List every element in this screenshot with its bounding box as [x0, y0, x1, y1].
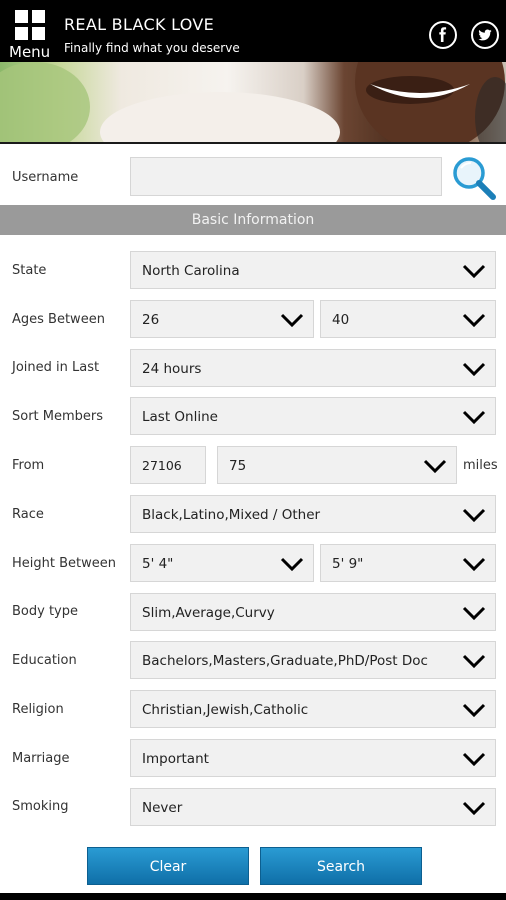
height-max-select[interactable]: 5' 9": [320, 544, 496, 582]
chevron-down-icon: [462, 264, 486, 278]
chevron-down-icon: [280, 313, 304, 327]
chevron-down-icon: [462, 508, 486, 522]
search-button[interactable]: [451, 155, 497, 201]
joined-label: Joined in Last: [12, 360, 100, 375]
zip-input[interactable]: 27106: [130, 446, 206, 484]
chevron-down-icon: [462, 606, 486, 620]
app-header: Menu REAL BLACK LOVE Finally find what y…: [0, 0, 506, 62]
bottom-bar: [0, 893, 506, 900]
state-label: State: [12, 263, 47, 278]
chevron-down-icon: [462, 362, 486, 376]
banner-divider: [0, 142, 506, 144]
body-type-label: Body type: [12, 604, 78, 619]
username-input[interactable]: [130, 157, 442, 196]
marriage-select[interactable]: Important: [130, 739, 496, 777]
chevron-down-icon: [423, 459, 447, 473]
distance-unit-label: miles: [463, 458, 498, 473]
section-basic-information: Basic Information: [0, 205, 506, 235]
sort-members-select[interactable]: Last Online: [130, 397, 496, 435]
age-min-select[interactable]: 26: [130, 300, 314, 338]
menu-button[interactable]: Menu: [9, 10, 51, 61]
search-icon: [453, 157, 496, 200]
from-label: From: [12, 458, 45, 473]
ages-between-label: Ages Between: [12, 312, 105, 327]
chevron-down-icon: [462, 703, 486, 717]
education-label: Education: [12, 653, 77, 668]
username-label: Username: [12, 170, 79, 185]
distance-select[interactable]: 75: [217, 446, 457, 484]
chevron-down-icon: [462, 410, 486, 424]
chevron-down-icon: [462, 752, 486, 766]
grid-menu-icon: [15, 10, 45, 40]
smoking-select[interactable]: Never: [130, 788, 496, 826]
facebook-button[interactable]: [429, 21, 457, 49]
chevron-down-icon: [462, 801, 486, 815]
marriage-label: Marriage: [12, 751, 70, 766]
app-title: REAL BLACK LOVE: [64, 15, 215, 34]
sort-members-label: Sort Members: [12, 409, 104, 424]
app-subtitle: Finally find what you deserve: [64, 41, 240, 55]
banner-photo: [0, 62, 506, 144]
age-max-select[interactable]: 40: [320, 300, 496, 338]
body-type-select[interactable]: Slim,Average,Curvy: [130, 593, 496, 631]
joined-select[interactable]: 24 hours: [130, 349, 496, 387]
state-select[interactable]: North Carolina: [130, 251, 496, 289]
clear-button[interactable]: Clear: [87, 847, 249, 885]
chevron-down-icon: [462, 313, 486, 327]
chevron-down-icon: [280, 557, 304, 571]
search-submit-button[interactable]: Search: [260, 847, 422, 885]
race-label: Race: [12, 507, 44, 522]
twitter-icon: [478, 29, 492, 41]
twitter-button[interactable]: [471, 21, 499, 49]
education-select[interactable]: Bachelors,Masters,Graduate,PhD/Post Doc: [130, 641, 496, 679]
height-min-select[interactable]: 5' 4": [130, 544, 314, 582]
menu-label: Menu: [9, 43, 51, 61]
hero-banner-image: [0, 62, 506, 144]
race-select[interactable]: Black,Latino,Mixed / Other: [130, 495, 496, 533]
facebook-icon: [439, 27, 447, 42]
chevron-down-icon: [462, 557, 486, 571]
chevron-down-icon: [462, 654, 486, 668]
religion-label: Religion: [12, 702, 64, 717]
religion-select[interactable]: Christian,Jewish,Catholic: [130, 690, 496, 728]
height-between-label: Height Between: [12, 556, 116, 571]
smoking-label: Smoking: [12, 799, 69, 814]
